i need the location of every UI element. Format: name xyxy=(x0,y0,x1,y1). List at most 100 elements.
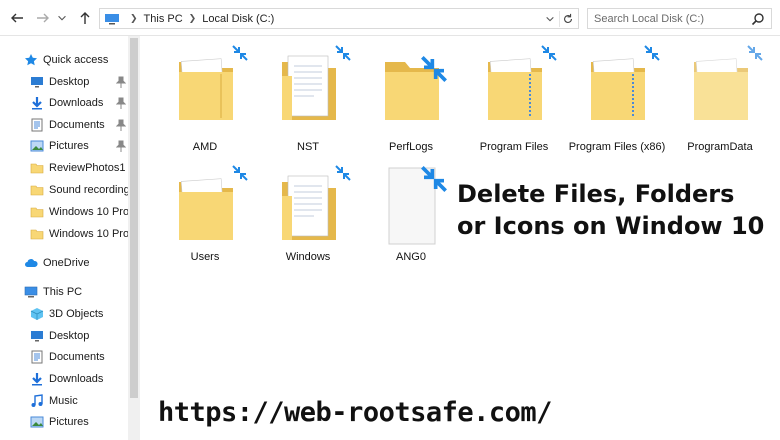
up-button[interactable] xyxy=(76,9,94,27)
recent-locations-button[interactable] xyxy=(56,9,68,27)
breadcrumb-local-disk[interactable]: Local Disk (C:) xyxy=(202,13,274,25)
nav-desktop-pc[interactable]: Desktop xyxy=(0,326,128,346)
download-icon xyxy=(32,97,42,110)
folder-docs-icon xyxy=(282,175,336,240)
nav-music[interactable]: Music xyxy=(0,391,128,411)
nav-this-pc[interactable]: This PC xyxy=(0,282,128,302)
file-name: Windows xyxy=(285,251,331,263)
address-dropdown-button[interactable] xyxy=(544,12,556,26)
file-item-amd[interactable]: AMD xyxy=(157,45,253,156)
breadcrumb-separator: ❯ xyxy=(188,13,197,23)
search-icon[interactable] xyxy=(751,12,765,26)
folder-icon xyxy=(179,58,233,120)
sync-arrows-icon xyxy=(421,166,447,192)
cube-icon xyxy=(30,308,44,320)
folder-icon xyxy=(30,207,44,218)
desktop-icon xyxy=(31,77,43,88)
folder-icon xyxy=(694,58,748,120)
file-item-program-files-x86[interactable]: Program Files (x86) xyxy=(569,45,665,156)
folder-icon xyxy=(591,58,645,120)
file-name: AMD xyxy=(192,141,218,153)
nav-label: Pictures xyxy=(49,140,89,152)
file-name: Program Files xyxy=(479,141,549,153)
refresh-icon xyxy=(563,13,572,24)
back-button[interactable] xyxy=(8,9,26,27)
pin-icon xyxy=(116,140,126,152)
nav-label: 3D Objects xyxy=(49,308,104,320)
nav-reviewphotos1[interactable]: ReviewPhotos1 xyxy=(0,158,128,178)
forward-button[interactable] xyxy=(34,9,52,27)
star-icon xyxy=(25,54,37,66)
scrollbar-thumb[interactable] xyxy=(130,38,138,398)
folder-icon xyxy=(30,229,44,240)
nav-onedrive[interactable]: OneDrive xyxy=(0,253,128,273)
sync-arrows-icon xyxy=(335,165,351,181)
nav-documents-pc[interactable]: Documents xyxy=(0,347,128,367)
sync-arrows-icon xyxy=(232,45,248,61)
forward-arrow-icon xyxy=(37,13,49,23)
sync-arrows-icon xyxy=(232,165,248,181)
nav-windows-10-pro[interactable]: Windows 10 Pro xyxy=(0,202,128,222)
folder-icon xyxy=(30,185,44,196)
sync-arrows-icon xyxy=(335,45,351,61)
sidebar-scrollbar[interactable] xyxy=(128,36,140,440)
folder-icon xyxy=(488,58,542,120)
sync-arrows-icon xyxy=(644,45,660,61)
pin-icon xyxy=(116,119,126,131)
file-item-users[interactable]: Users xyxy=(157,165,253,276)
search-input[interactable] xyxy=(588,12,748,25)
file-item-program-files[interactable]: Program Files xyxy=(466,45,562,156)
nav-documents[interactable]: Documents xyxy=(0,115,128,135)
nav-desktop[interactable]: Desktop xyxy=(0,72,128,92)
music-icon xyxy=(31,394,43,407)
refresh-button[interactable] xyxy=(559,11,575,27)
pictures-icon xyxy=(30,140,44,152)
nav-label: ReviewPhotos1 xyxy=(49,162,126,174)
file-name: NST xyxy=(297,141,319,153)
nav-downloads[interactable]: Downloads xyxy=(0,93,128,113)
desktop-icon xyxy=(31,331,43,342)
file-item-nst[interactable]: NST xyxy=(260,45,356,156)
navigation-pane: Quick access Desktop Downloads Documents… xyxy=(0,36,140,440)
file-item-windows[interactable]: Windows xyxy=(260,165,356,276)
nav-quick-access[interactable]: Quick access xyxy=(0,50,128,70)
pin-icon xyxy=(116,76,126,88)
overlay-url: https://web-rootsafe.com/ xyxy=(158,397,552,428)
nav-sound-recordings[interactable]: Sound recordings xyxy=(0,180,128,200)
documents-icon xyxy=(31,350,43,364)
file-item-perflogs[interactable]: PerfLogs xyxy=(363,46,459,156)
nav-windows-10-pro-2[interactable]: Windows 10 Pro xyxy=(0,224,128,244)
sync-arrows-icon xyxy=(541,45,557,61)
address-toolbar: ❯ This PC ❯ Local Disk (C:) xyxy=(0,0,780,36)
file-item-ang0[interactable]: ANG0 xyxy=(363,166,459,276)
nav-label: Quick access xyxy=(43,54,109,66)
nav-label: Pictures xyxy=(49,416,89,428)
nav-downloads-pc[interactable]: Downloads xyxy=(0,369,128,389)
computer-icon xyxy=(24,286,38,298)
nav-label: Windows 10 Pro xyxy=(49,228,128,240)
nav-label: OneDrive xyxy=(43,257,90,269)
overlay-headline: Delete Files, Folders or Icons on Window… xyxy=(457,180,765,240)
up-arrow-icon xyxy=(80,12,90,24)
search-box[interactable] xyxy=(587,8,772,29)
cloud-icon xyxy=(25,259,38,267)
nav-3d-objects[interactable]: 3D Objects xyxy=(0,304,128,324)
nav-label: Sound recordings xyxy=(49,184,128,196)
nav-label: Windows 10 Pro xyxy=(49,206,128,218)
documents-icon xyxy=(31,118,43,132)
file-name: PerfLogs xyxy=(388,141,434,153)
nav-label: Documents xyxy=(49,119,105,131)
breadcrumb-this-pc[interactable]: This PC xyxy=(144,13,183,25)
pictures-icon xyxy=(30,416,44,428)
folder-docs-icon xyxy=(282,55,336,120)
breadcrumb-separator: ❯ xyxy=(130,13,138,23)
nav-label: Desktop xyxy=(49,330,90,342)
nav-pictures-pc[interactable]: Pictures xyxy=(0,412,128,432)
address-bar[interactable]: ❯ This PC ❯ Local Disk (C:) xyxy=(99,8,579,29)
file-item-programdata[interactable]: ProgramData xyxy=(672,45,768,156)
back-arrow-icon xyxy=(11,13,23,23)
file-name: ProgramData xyxy=(687,141,753,153)
folder-icon xyxy=(30,163,44,174)
nav-label: Downloads xyxy=(49,97,104,109)
nav-pictures[interactable]: Pictures xyxy=(0,136,128,156)
